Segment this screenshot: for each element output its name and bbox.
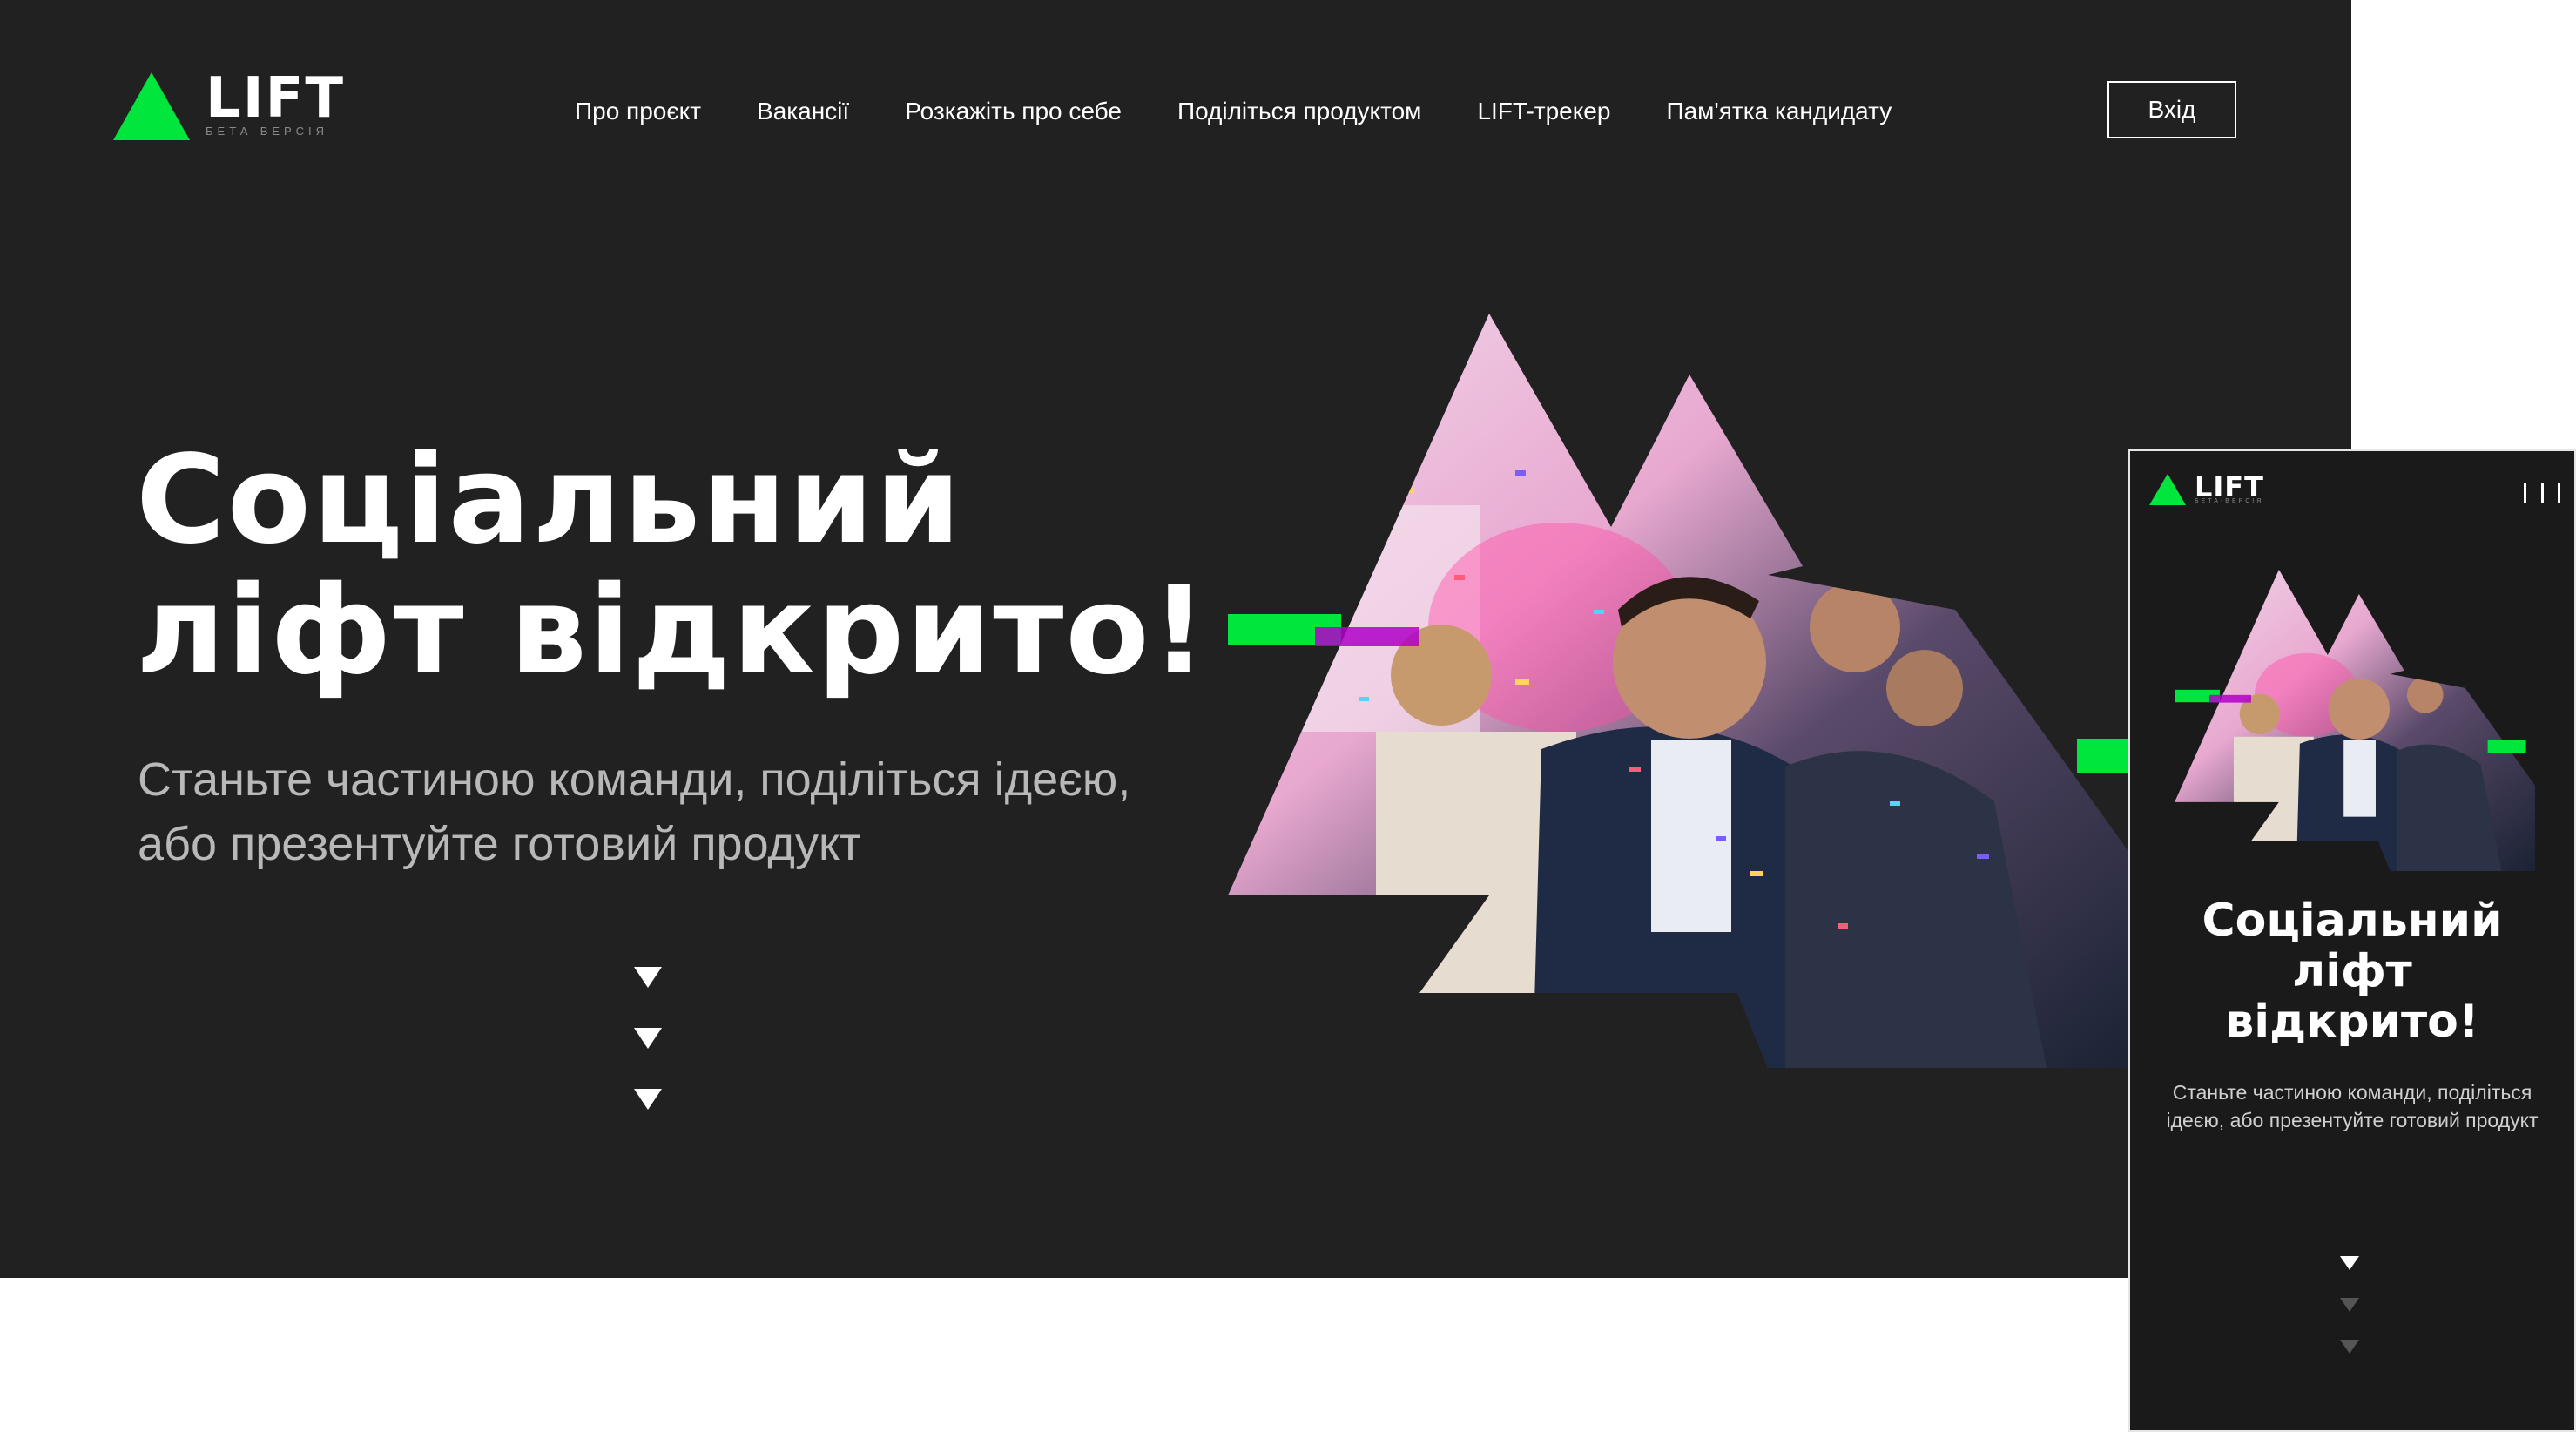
nav-item-vacancies[interactable]: Вакансії — [757, 98, 849, 125]
hero-title: Соціальний ліфт відкрито! — [136, 436, 1208, 697]
brand-name: LIFT — [206, 66, 345, 131]
mobile-title-line1: Соціальний — [2202, 895, 2503, 947]
hero-mountain-photo — [1228, 314, 2130, 1068]
desktop-page: LIFT БЕТА-ВЕРСІЯ Про проєкт Вакансії Роз… — [0, 0, 2351, 1278]
mobile-preview: LIFT БЕТА-ВЕРСІЯ Соціальний ліфт відкрит… — [2128, 449, 2576, 1432]
nav-item-about[interactable]: Про проєкт — [575, 98, 701, 125]
hero-subtitle-line1: Станьте частиною команди, поділіться іде… — [138, 753, 1131, 806]
mobile-title-line2: ліфт — [2292, 945, 2412, 997]
triangle-down-icon — [634, 967, 662, 988]
triangle-down-icon — [2340, 1298, 2359, 1312]
hero-title-line1: Соціальний — [136, 429, 963, 571]
triangle-logo-icon — [2149, 474, 2186, 505]
main-nav: Про проєкт Вакансії Розкажіть про себе П… — [575, 94, 1947, 129]
brand-logo[interactable]: LIFT БЕТА-ВЕРСІЯ — [113, 66, 374, 142]
mobile-hero-mountain-photo — [2175, 570, 2535, 871]
hero-subtitle-line2: або презентуйте готовий продукт — [138, 818, 861, 870]
mobile-hero-title: Соціальний ліфт відкрито! — [2130, 895, 2574, 1047]
nav-item-candidate-memo[interactable]: Пам'ятка кандидату — [1666, 98, 1892, 125]
triangle-down-icon — [634, 1028, 662, 1049]
nav-item-share-product[interactable]: Поділіться продуктом — [1177, 98, 1421, 125]
brand-tagline: БЕТА-ВЕРСІЯ — [206, 125, 328, 138]
triangle-down-icon — [634, 1089, 662, 1110]
nav-item-lift-tracker[interactable]: LIFT-трекер — [1477, 98, 1610, 125]
mobile-scroll-down-indicator[interactable] — [2340, 1256, 2366, 1381]
triangle-down-icon — [2340, 1340, 2359, 1354]
mobile-hero-subtitle: Станьте частиною команди, поділіться іде… — [2166, 1081, 2539, 1131]
mobile-brand-tagline: БЕТА-ВЕРСІЯ — [2195, 498, 2264, 504]
hero-subtitle: Станьте частиною команди, поділіться іде… — [138, 747, 1226, 876]
nav-item-tell-about-yourself[interactable]: Розкажіть про себе — [905, 98, 1122, 125]
hamburger-vertical-icon[interactable] — [2524, 483, 2560, 503]
scroll-down-indicator[interactable] — [634, 967, 669, 1150]
mobile-title-line3: відкрито! — [2225, 996, 2479, 1048]
hero-title-line2: ліфт відкрито! — [136, 560, 1209, 702]
mobile-brand-logo[interactable]: LIFT БЕТА-ВЕРСІЯ — [2149, 470, 2280, 510]
triangle-logo-icon — [113, 72, 190, 140]
triangle-down-icon — [2340, 1256, 2359, 1270]
login-button[interactable]: Вхід — [2107, 81, 2236, 138]
